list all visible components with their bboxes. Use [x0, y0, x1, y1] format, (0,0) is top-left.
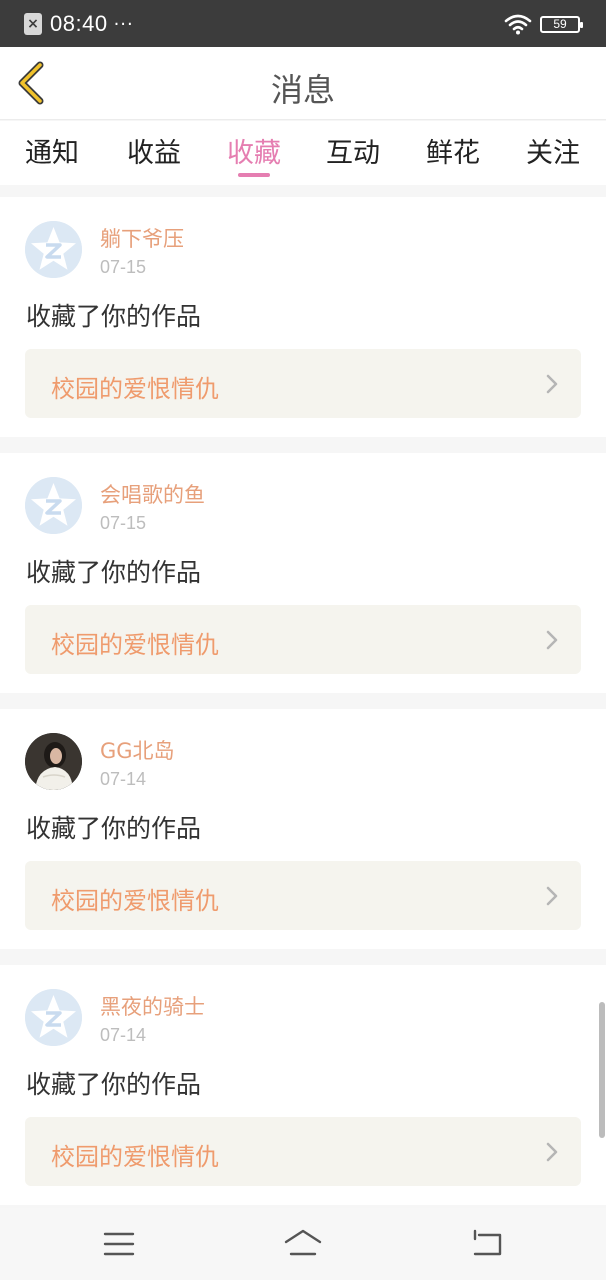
wifi-icon	[504, 14, 532, 35]
return-button[interactable]	[467, 1226, 507, 1262]
tab-earnings[interactable]: 收益	[114, 131, 194, 177]
home-button[interactable]	[283, 1226, 323, 1262]
status-time: 08:40	[50, 11, 108, 36]
active-tab-indicator	[238, 173, 270, 177]
photo-avatar-icon	[25, 733, 82, 790]
action-text: 收藏了你的作品	[26, 814, 202, 843]
avatar[interactable]	[25, 477, 82, 534]
system-nav-bar	[0, 1208, 606, 1280]
default-star-avatar-icon	[25, 989, 82, 1046]
list-item: 会唱歌的鱼 07-15 收藏了你的作品 校园的爱恨情仇	[0, 453, 606, 693]
list-item: GG北岛 07-14 收藏了你的作品 校园的爱恨情仇	[0, 709, 606, 949]
tab-bar: 通知 收益 收藏 互动 鲜花 关注	[0, 121, 606, 185]
avatar[interactable]	[25, 989, 82, 1046]
username[interactable]: GG北岛	[100, 735, 175, 765]
work-title: 校园的爱恨情仇	[51, 631, 219, 659]
default-star-avatar-icon	[25, 221, 82, 278]
tab-label: 鲜花	[426, 138, 480, 169]
action-text: 收藏了你的作品	[26, 558, 202, 587]
header: 消息	[0, 47, 606, 120]
page-title: 消息	[270, 71, 335, 109]
action-text: 收藏了你的作品	[26, 302, 202, 331]
menu-button[interactable]	[99, 1226, 139, 1262]
chevron-right-icon	[546, 374, 558, 394]
battery-level: 59	[553, 17, 567, 31]
work-link[interactable]: 校园的爱恨情仇	[25, 349, 581, 418]
avatar[interactable]	[25, 733, 82, 790]
close-box-icon: ×	[24, 13, 42, 35]
tab-label: 关注	[526, 138, 580, 169]
menu-icon	[103, 1232, 135, 1256]
work-link[interactable]: 校园的爱恨情仇	[25, 861, 581, 930]
chevron-right-icon	[546, 886, 558, 906]
return-icon	[473, 1229, 502, 1256]
date: 07-15	[100, 257, 147, 277]
date: 07-14	[100, 769, 147, 789]
chevron-right-icon	[546, 630, 558, 650]
date: 07-15	[100, 513, 147, 533]
tab-favorites[interactable]: 收藏	[214, 131, 294, 177]
tab-flowers[interactable]: 鲜花	[413, 131, 493, 177]
tab-interactions[interactable]: 互动	[313, 131, 393, 177]
work-link[interactable]: 校园的爱恨情仇	[25, 1117, 581, 1186]
tab-label: 通知	[25, 138, 79, 169]
username[interactable]: 黑夜的骑士	[100, 991, 205, 1021]
tab-label: 收藏	[227, 138, 281, 169]
status-right: 59	[504, 12, 583, 36]
work-title: 校园的爱恨情仇	[51, 1143, 219, 1171]
date: 07-14	[100, 1025, 147, 1045]
username[interactable]: 会唱歌的鱼	[100, 479, 205, 509]
work-title: 校园的爱恨情仇	[51, 887, 219, 915]
avatar[interactable]	[25, 221, 82, 278]
tab-label: 互动	[326, 138, 380, 169]
status-bar: × 08:40 ··· 59	[0, 0, 606, 47]
tab-following[interactable]: 关注	[513, 131, 593, 177]
list-item: 黑夜的骑士 07-14 收藏了你的作品 校园的爱恨情仇	[0, 965, 606, 1205]
tab-label: 收益	[127, 138, 181, 169]
more-dots: ···	[113, 13, 134, 35]
status-left: × 08:40 ···	[24, 10, 134, 38]
list-item: 躺下爷压 07-15 收藏了你的作品 校园的爱恨情仇	[0, 197, 606, 437]
work-link[interactable]: 校园的爱恨情仇	[25, 605, 581, 674]
battery-indicator: 59	[540, 15, 583, 33]
scrollbar[interactable]	[599, 1002, 605, 1138]
default-star-avatar-icon	[25, 477, 82, 534]
chevron-right-icon	[546, 1142, 558, 1162]
work-title: 校园的爱恨情仇	[51, 375, 219, 403]
username[interactable]: 躺下爷压	[100, 223, 184, 253]
home-icon	[284, 1229, 322, 1256]
action-text: 收藏了你的作品	[26, 1070, 202, 1099]
tab-notifications[interactable]: 通知	[12, 131, 92, 177]
